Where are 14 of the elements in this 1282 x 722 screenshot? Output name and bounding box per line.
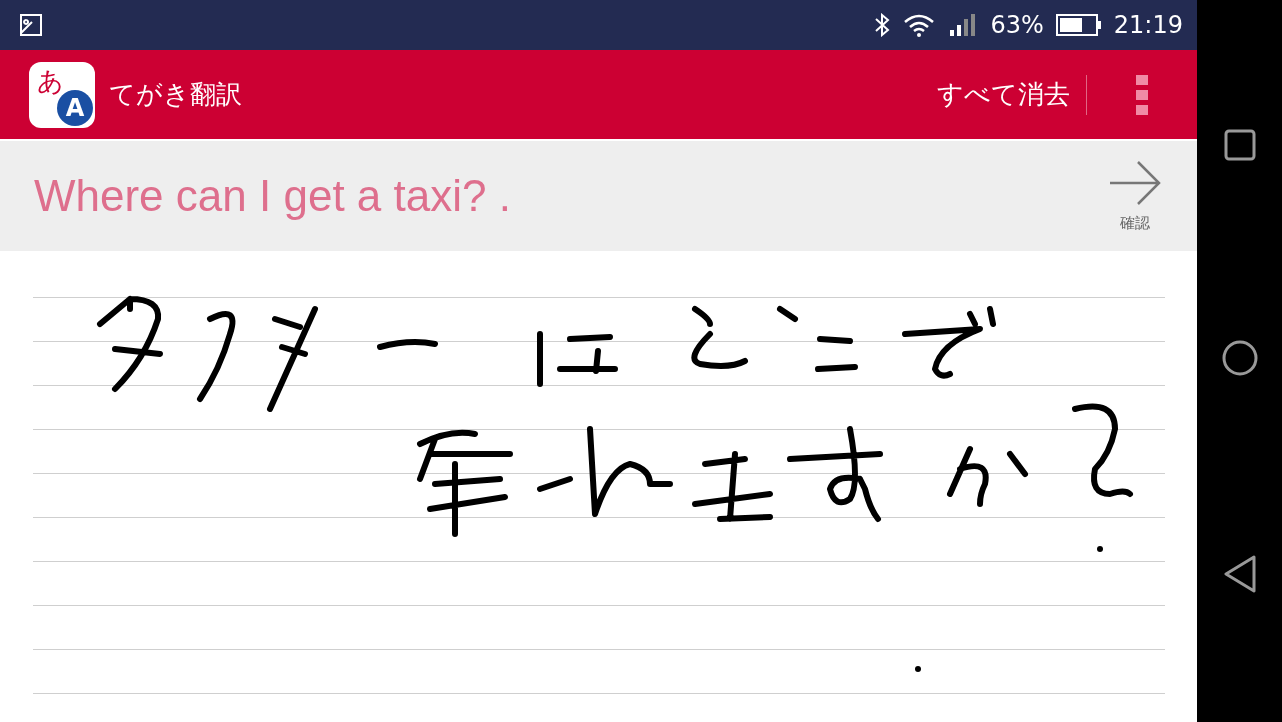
battery-percentage: 63% xyxy=(990,11,1044,39)
back-button[interactable] xyxy=(1222,555,1257,593)
clear-all-button[interactable]: すべて消去 xyxy=(921,74,1087,115)
image-icon xyxy=(20,14,42,36)
more-icon xyxy=(1136,74,1148,115)
recognized-text: Where can I get a taxi? . xyxy=(34,171,511,221)
arrow-right-icon xyxy=(1109,159,1161,206)
battery-icon xyxy=(1055,13,1102,37)
recents-button[interactable] xyxy=(1223,129,1256,161)
bluetooth-icon xyxy=(874,13,891,37)
home-button[interactable] xyxy=(1220,339,1259,377)
app-title: てがき翻訳 xyxy=(109,78,242,111)
confirm-button[interactable]: 確認 xyxy=(1109,159,1161,233)
clock-time: 21:19 xyxy=(1113,11,1183,39)
